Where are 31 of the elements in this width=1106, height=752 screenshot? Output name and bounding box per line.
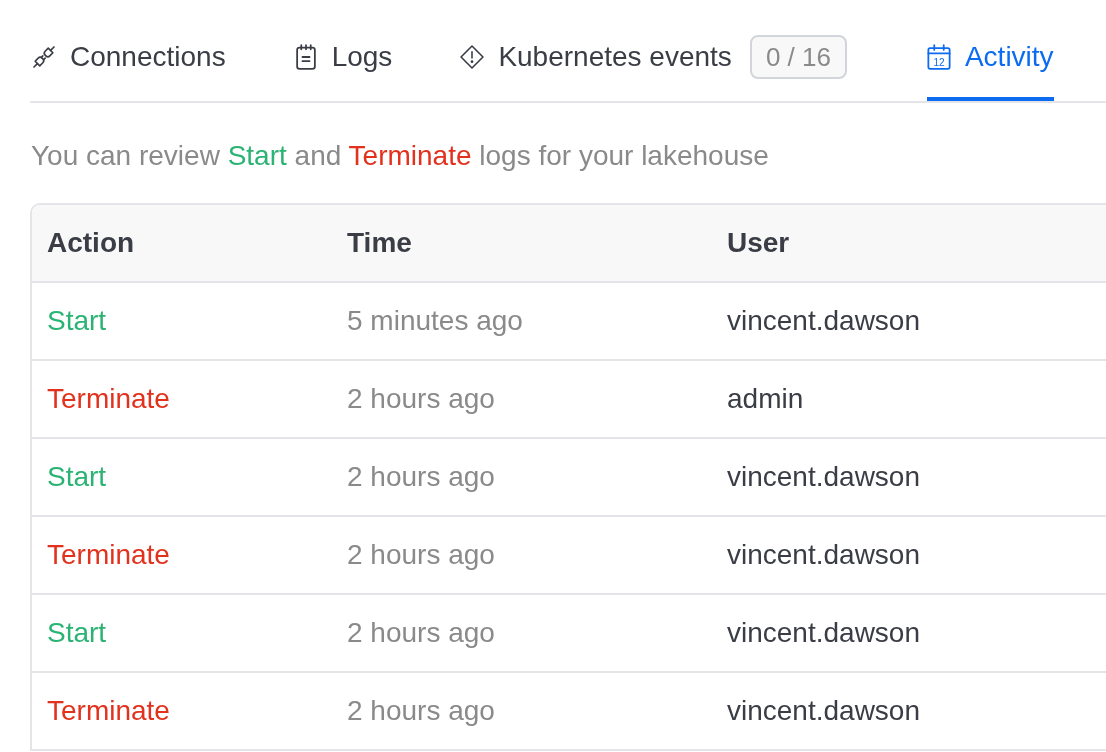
tab[interactable]: Connections [32, 20, 226, 101]
description-text: You can review Start and Terminate logs for your lakehouse [31, 139, 770, 173]
table-cell-text: vincent.dawson [726, 538, 920, 572]
table-cell-text: Start [46, 460, 107, 494]
table-cell-text: 5 minutes ago [346, 304, 523, 338]
table-cell-text: 2 hours ago [346, 694, 495, 728]
tab[interactable]: Logs [293, 20, 393, 101]
table-cell-text: 2 hours ago [346, 616, 495, 650]
notepad-icon [293, 43, 318, 70]
table-cell-text: 2 hours ago [346, 382, 495, 416]
table-cell-text: Terminate [46, 538, 170, 572]
column-header: User [726, 226, 790, 260]
table-cell-text: 2 hours ago [346, 460, 495, 494]
table-cell-text: 2 hours ago [346, 538, 495, 572]
plug-icon [32, 43, 56, 70]
table-cell-text: Start [46, 616, 107, 650]
column-header: Action [46, 226, 135, 260]
table-cell-text: vincent.dawson [726, 304, 920, 338]
table-cell-text: Terminate [46, 382, 170, 416]
table-cell-text: vincent.dawson [726, 694, 920, 728]
table-cell-text: vincent.dawson [726, 460, 920, 494]
tab[interactable]: 12 Activity [926, 20, 1054, 101]
tab[interactable]: Kubernetes events 0 / 16 [460, 20, 847, 101]
table-cell-text: Start [46, 304, 107, 338]
table-cell-text: Terminate [46, 694, 170, 728]
column-header: Time [346, 226, 412, 260]
count-badge: 0 / 16 [749, 34, 847, 79]
table-cell-text: admin [726, 382, 804, 416]
calendar-icon: 12 [926, 43, 951, 70]
table-cell-text: vincent.dawson [726, 616, 920, 650]
warning-icon [460, 43, 485, 70]
